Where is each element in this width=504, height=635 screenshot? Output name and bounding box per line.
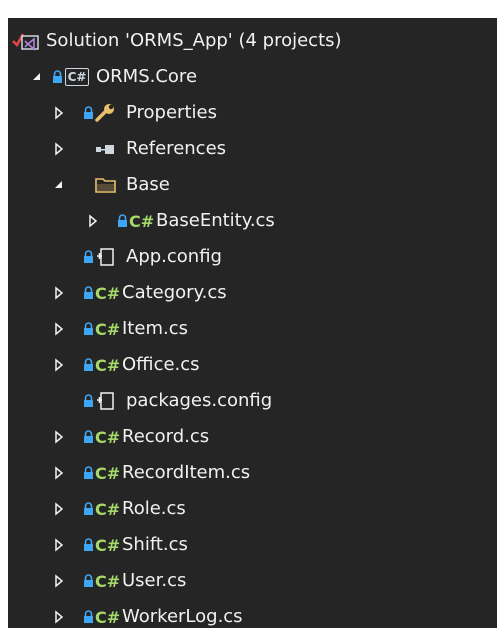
lock-icon [82, 455, 94, 491]
lock-icon [82, 563, 94, 599]
collapsed-arrow-icon[interactable] [51, 275, 67, 311]
vs-solution-icon [12, 23, 40, 59]
tree-item-label: Office.cs [122, 354, 200, 375]
tree-item-label: App.config [126, 246, 222, 267]
lock-icon [82, 599, 94, 635]
collapsed-arrow-icon[interactable] [51, 563, 67, 599]
csharp-file-icon: C# [95, 535, 121, 555]
csharp-file-icon: C# [95, 355, 121, 375]
expanded-arrow-icon[interactable] [51, 167, 67, 203]
tree-item[interactable]: Properties [8, 95, 497, 131]
tree-item-label: Base [126, 174, 170, 195]
lock-icon [82, 527, 94, 563]
csharp-file-icon: C# [95, 463, 121, 483]
csharp-file-icon: C# [95, 283, 121, 303]
solution-explorer-tree: Solution 'ORMS_App' (4 projects) C# ORMS… [8, 18, 497, 628]
folder-icon [94, 167, 118, 203]
tree-item[interactable]: C# Item.cs [8, 311, 497, 347]
csharp-project-icon: C# [65, 59, 89, 95]
tree-item[interactable]: Base [8, 167, 497, 203]
csharp-file-icon: C# [129, 211, 155, 231]
lock-icon [116, 203, 128, 239]
lock-icon [82, 491, 94, 527]
lock-icon [51, 59, 63, 95]
tree-item[interactable]: C# RecordItem.cs [8, 455, 497, 491]
tree-item[interactable]: C# BaseEntity.cs [8, 203, 497, 239]
tree-item-label: packages.config [126, 390, 273, 411]
project-label: ORMS.Core [96, 66, 198, 87]
tree-item[interactable]: References [8, 131, 497, 167]
tree-item[interactable]: C# WorkerLog.cs [8, 599, 497, 635]
tree-item-label: User.cs [122, 570, 187, 591]
tree-item[interactable]: C# Shift.cs [8, 527, 497, 563]
collapsed-arrow-icon[interactable] [51, 347, 67, 383]
csharp-file-icon: C# [95, 607, 121, 627]
tree-item[interactable]: packages.config [8, 383, 497, 419]
collapsed-arrow-icon[interactable] [85, 203, 101, 239]
collapsed-arrow-icon[interactable] [51, 599, 67, 635]
tree-item-label: WorkerLog.cs [122, 606, 243, 627]
tree-item[interactable]: C# Category.cs [8, 275, 497, 311]
tree-node-project-orms-core[interactable]: C# ORMS.Core [8, 59, 497, 95]
tree-item[interactable]: C# Role.cs [8, 491, 497, 527]
references-icon [94, 131, 116, 167]
tree-item-label: RecordItem.cs [122, 462, 251, 483]
lock-icon [82, 311, 94, 347]
collapsed-arrow-icon[interactable] [51, 419, 67, 455]
solution-label: Solution 'ORMS_App' (4 projects) [46, 30, 342, 51]
collapsed-arrow-icon[interactable] [51, 95, 67, 131]
tree-item-label: Item.cs [122, 318, 188, 339]
collapsed-arrow-icon[interactable] [51, 527, 67, 563]
config-file-icon [94, 239, 116, 275]
tree-item[interactable]: App.config [8, 239, 497, 275]
config-file-icon [94, 383, 116, 419]
tree-item-label: Shift.cs [122, 534, 188, 555]
tree-item-label: Role.cs [122, 498, 186, 519]
collapsed-arrow-icon[interactable] [51, 311, 67, 347]
csharp-file-icon: C# [95, 319, 121, 339]
lock-icon [82, 419, 94, 455]
csharp-file-icon: C# [95, 571, 121, 591]
tree-item[interactable]: C# Office.cs [8, 347, 497, 383]
tree-item-label: Record.cs [122, 426, 210, 447]
tree-item-label: References [126, 138, 227, 159]
tree-item-label: BaseEntity.cs [156, 210, 275, 231]
collapsed-arrow-icon[interactable] [51, 131, 67, 167]
wrench-icon [94, 95, 116, 131]
tree-item[interactable]: C# User.cs [8, 563, 497, 599]
lock-icon [82, 95, 94, 131]
lock-icon [82, 239, 94, 275]
tree-item[interactable]: C# Record.cs [8, 419, 497, 455]
expanded-arrow-icon[interactable] [29, 59, 45, 95]
tree-item-label: Properties [126, 102, 217, 123]
collapsed-arrow-icon[interactable] [51, 491, 67, 527]
csharp-file-icon: C# [95, 499, 121, 519]
lock-icon [82, 383, 94, 419]
tree-item-label: Category.cs [122, 282, 227, 303]
tree-node-solution[interactable]: Solution 'ORMS_App' (4 projects) [8, 23, 497, 59]
collapsed-arrow-icon[interactable] [51, 455, 67, 491]
lock-icon [82, 275, 94, 311]
csharp-file-icon: C# [95, 427, 121, 447]
lock-icon [82, 347, 94, 383]
